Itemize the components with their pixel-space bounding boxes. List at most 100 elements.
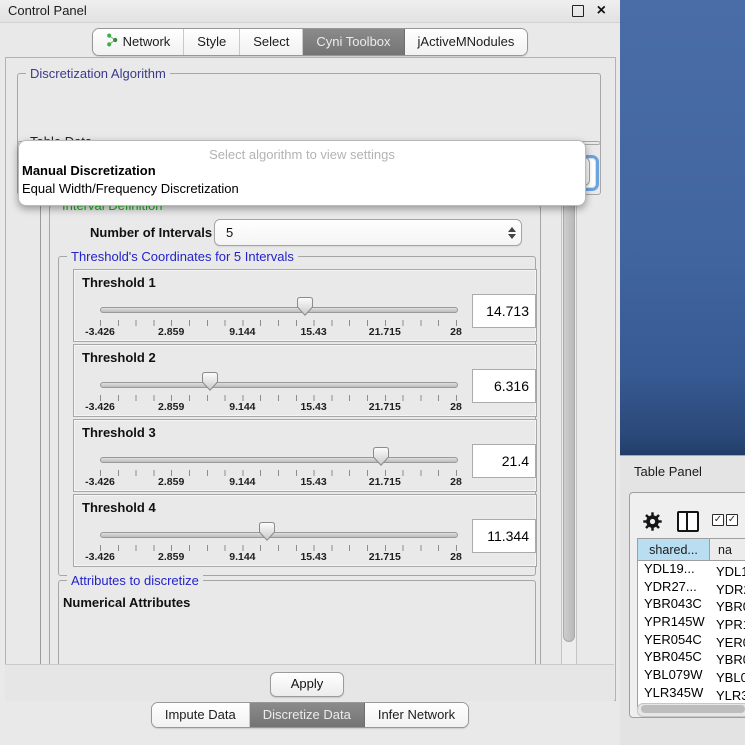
- column-header-shared-name[interactable]: shared...: [638, 539, 710, 561]
- threshold-label: Threshold 2: [82, 350, 156, 365]
- scale-label: 28: [450, 476, 462, 488]
- scale-label: 28: [450, 401, 462, 413]
- gear-icon[interactable]: [642, 511, 663, 532]
- tab-label: Infer Network: [378, 707, 455, 722]
- tab-jactivemnodules[interactable]: jActiveMNodules: [405, 29, 528, 55]
- table-row[interactable]: YPR145WYPR1: [638, 614, 745, 632]
- scale-labels: -3.4262.8599.14415.4321.71528: [100, 401, 456, 413]
- cell-name: YDL1: [710, 564, 745, 579]
- scale-label: 2.859: [158, 401, 184, 413]
- tab-label: Select: [253, 34, 289, 49]
- node-table: shared... na YDL19...YDL1YDR27...YDR2YBR…: [637, 538, 745, 711]
- scale-labels: -3.4262.8599.14415.4321.71528: [100, 551, 456, 563]
- scale-label: 15.43: [300, 476, 326, 488]
- panel-title: Control Panel: [8, 3, 87, 18]
- checkbox-icon[interactable]: ✓: [726, 514, 738, 526]
- close-icon[interactable]: ×: [597, 0, 606, 22]
- num-intervals-value: 5: [215, 225, 503, 240]
- attributes-group: Attributes to discretize Numerical Attri…: [58, 580, 536, 666]
- tab-impute-data[interactable]: Impute Data: [152, 703, 250, 727]
- settings-scrollpane: Interval Definition Number of Intervals …: [40, 196, 562, 666]
- table-row[interactable]: YDL19...YDL1: [638, 561, 745, 579]
- tab-style[interactable]: Style: [184, 29, 240, 55]
- tab-label: Discretize Data: [263, 707, 351, 722]
- scale-label: 2.859: [158, 551, 184, 563]
- cell-shared-name: YLR345W: [638, 685, 710, 700]
- vertical-scrollbar-thumb[interactable]: [563, 200, 575, 642]
- scale-label: 28: [450, 326, 462, 338]
- horizontal-scrollbar[interactable]: [637, 703, 745, 717]
- tab-label: Impute Data: [165, 707, 236, 722]
- slider-thumb[interactable]: [202, 372, 218, 396]
- threshold-value-box[interactable]: 6.316: [472, 369, 536, 403]
- slider-thumb[interactable]: [259, 522, 275, 546]
- cell-shared-name: YDL19...: [638, 561, 710, 576]
- tab-label: Style: [197, 34, 226, 49]
- tab-label: Network: [123, 34, 171, 49]
- cell-shared-name: YBL079W: [638, 667, 710, 682]
- control-panel-titlebar: Control Panel ×: [0, 0, 620, 23]
- horizontal-scrollbar-thumb[interactable]: [641, 705, 745, 713]
- scale-label: 28: [450, 551, 462, 563]
- table-row[interactable]: YLR345WYLR3: [638, 685, 745, 703]
- popup-item-manual-discretization[interactable]: Manual Discretization: [22, 163, 156, 178]
- table-row[interactable]: YBR043CYBR0: [638, 596, 745, 614]
- thresholds-group: Threshold's Coordinates for 5 Intervals …: [58, 256, 536, 576]
- threshold-label: Threshold 3: [82, 425, 156, 440]
- numerical-attributes-label: Numerical Attributes: [63, 595, 190, 610]
- slider-thumb[interactable]: [373, 447, 389, 471]
- tab-select[interactable]: Select: [240, 29, 303, 55]
- interval-definition-group: Interval Definition Number of Intervals …: [49, 205, 541, 666]
- threshold-value-box[interactable]: 14.713: [472, 294, 536, 328]
- threshold-label: Threshold 4: [82, 500, 156, 515]
- threshold-block-2: Threshold 2 -3.4262.8599.14415.4321.7152…: [73, 344, 537, 417]
- scale-labels: -3.4262.8599.14415.4321.71528: [100, 326, 456, 338]
- tab-infer-network[interactable]: Infer Network: [365, 703, 468, 727]
- apply-strip: Apply: [5, 664, 614, 701]
- table-row[interactable]: YBL079WYBL0: [638, 667, 745, 685]
- scale-label: 21.715: [369, 401, 401, 413]
- checkbox-icon[interactable]: ✓: [712, 514, 724, 526]
- cell-name: YBR0: [710, 599, 745, 614]
- float-window-icon[interactable]: [572, 5, 584, 17]
- scale-label: -3.426: [85, 551, 115, 563]
- tab-cyni-toolbox[interactable]: Cyni Toolbox: [303, 29, 404, 55]
- column-header-name[interactable]: na: [710, 539, 745, 561]
- threshold-value-box[interactable]: 21.4: [472, 444, 536, 478]
- apply-button[interactable]: Apply: [270, 672, 344, 697]
- bottom-tab-bar: Impute Data Discretize Data Infer Network: [151, 702, 469, 728]
- algorithm-placeholder: Select algorithm to view settings: [19, 147, 585, 162]
- discretization-algorithm-group: Discretization Algorithm: [17, 73, 601, 145]
- scale-label: -3.426: [85, 476, 115, 488]
- table-row[interactable]: YER054CYER0: [638, 632, 745, 650]
- network-desktop-area: GAL80G.CGAL11GAL4GCY1HHAP2: [620, 0, 745, 455]
- tab-label: jActiveMNodules: [418, 34, 515, 49]
- vertical-scrollbar[interactable]: [561, 196, 577, 666]
- threshold-value-box[interactable]: 11.344: [472, 519, 536, 553]
- table-row[interactable]: YDR27...YDR2: [638, 579, 745, 597]
- scale-labels: -3.4262.8599.14415.4321.71528: [100, 476, 456, 488]
- scale-label: 15.43: [300, 551, 326, 563]
- table-row[interactable]: YBR045CYBR0: [638, 649, 745, 667]
- scale-label: 2.859: [158, 326, 184, 338]
- slider-thumb[interactable]: [297, 297, 313, 321]
- table-panel-area: ✓ ✓ shared... na YDL19...YDL1YDR27...YDR…: [620, 488, 745, 745]
- table-panel-title: Table Panel: [634, 464, 702, 479]
- cell-shared-name: YPR145W: [638, 614, 710, 629]
- scale-label: -3.426: [85, 326, 115, 338]
- cell-name: YLR3: [710, 688, 745, 703]
- split-columns-icon[interactable]: [677, 511, 699, 532]
- top-tab-bar-wrap: Network Style Select Cyni Toolbox jActiveMNo…: [0, 28, 620, 56]
- num-intervals-combo[interactable]: 5: [214, 219, 522, 246]
- scale-label: 2.859: [158, 476, 184, 488]
- cell-shared-name: YDR27...: [638, 579, 710, 594]
- threshold-block-1: Threshold 1 -3.4262.8599.14415.4321.7152…: [73, 269, 537, 342]
- scale-label: 15.43: [300, 401, 326, 413]
- cell-name: YPR1: [710, 617, 745, 632]
- tab-network[interactable]: Network: [93, 29, 185, 55]
- algorithm-dropdown-popup: Select algorithm to view settings Manual…: [18, 140, 586, 206]
- popup-item-equal-width-frequency[interactable]: Equal Width/Frequency Discretization: [22, 181, 239, 196]
- scale-label: 9.144: [229, 476, 255, 488]
- tab-discretize-data[interactable]: Discretize Data: [250, 703, 365, 727]
- cell-name: YBR0: [710, 652, 745, 667]
